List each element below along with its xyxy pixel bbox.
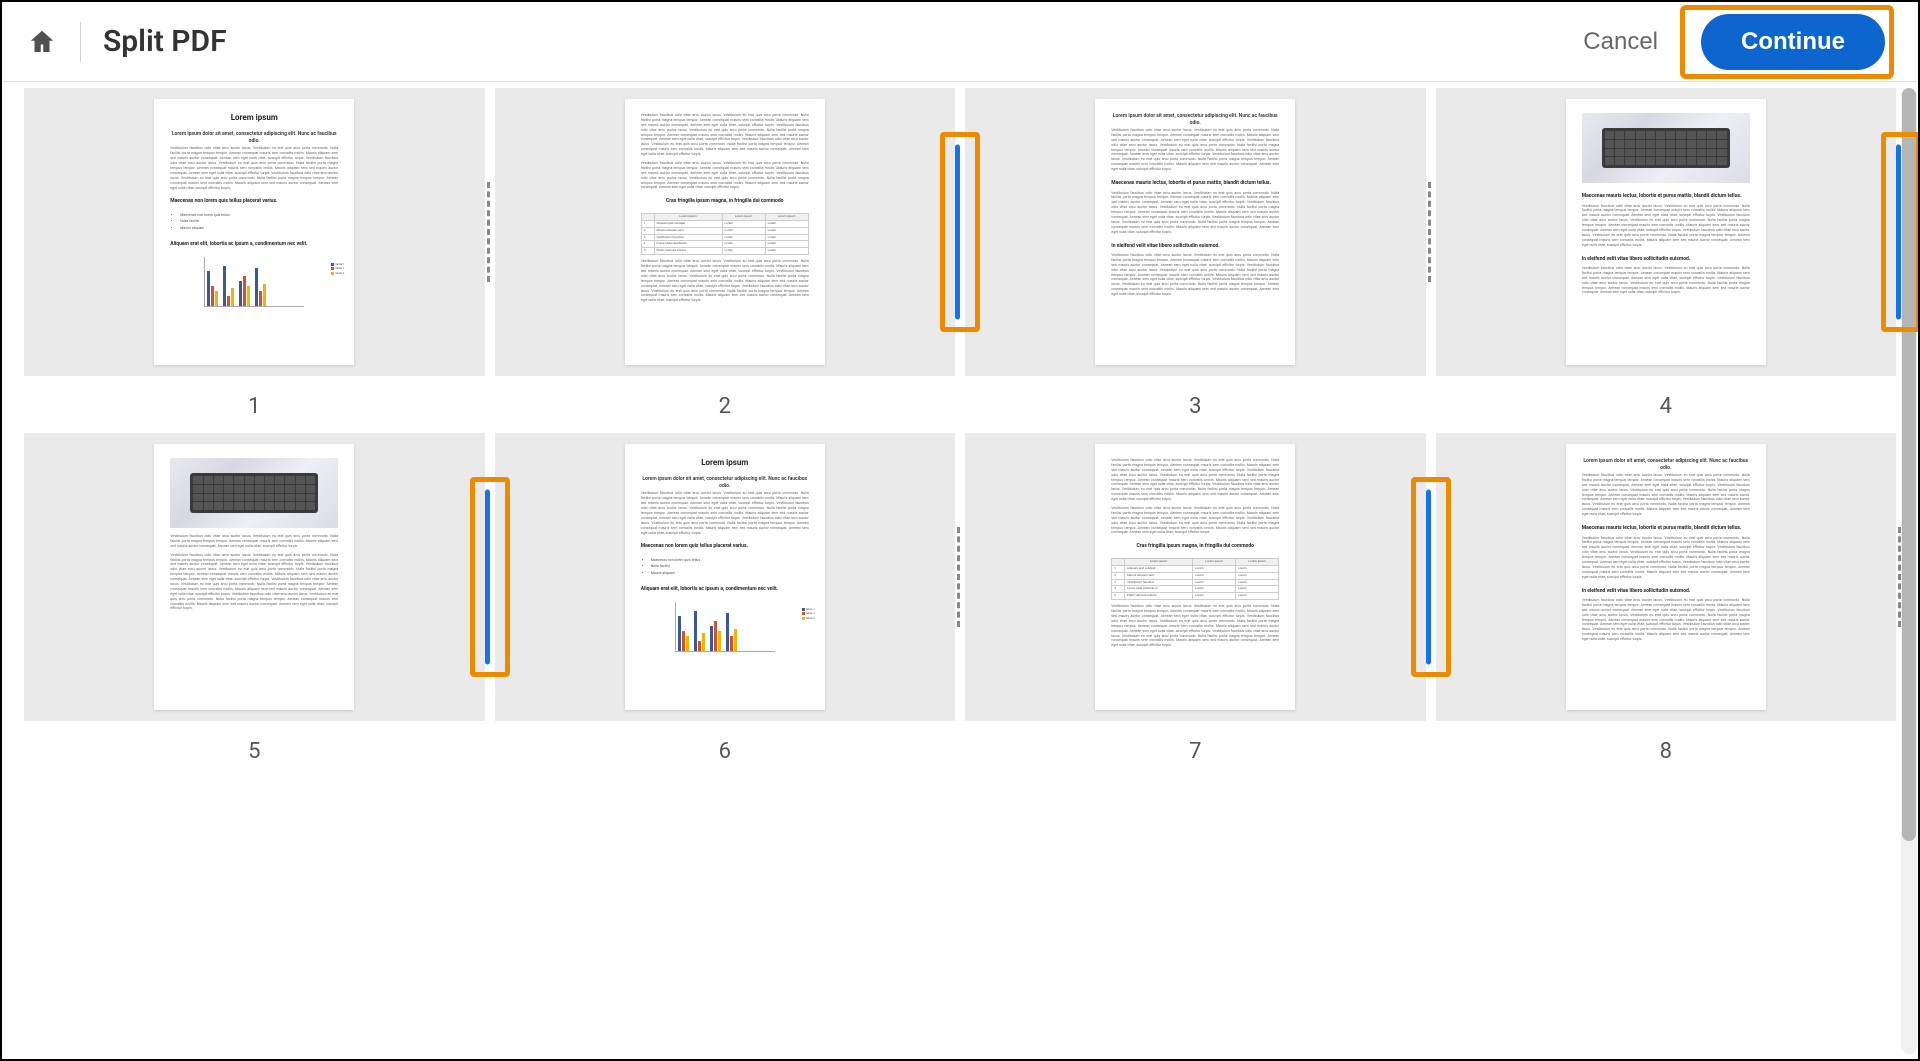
page-thumbnail-wrapper[interactable]: Maecenas mauris lectus, lobortis et puru… [1436, 88, 1897, 376]
page-number-label: 6 [719, 739, 731, 764]
scrollbar[interactable] [1901, 88, 1917, 1054]
split-divider-1[interactable] [487, 182, 490, 282]
header-bar: Split PDF Cancel Continue [2, 2, 1918, 82]
continue-button[interactable]: Continue [1701, 14, 1885, 70]
thumbnails-area: Lorem ipsumLorem ipsum dolor sit amet, c… [2, 82, 1918, 1059]
split-divider-5[interactable] [485, 490, 490, 665]
page-thumbnail-wrapper[interactable]: Lorem ipsumLorem ipsum dolor sit amet, c… [495, 433, 956, 721]
page-thumbnail: Vestibulum faucibus odio vitae arcu auct… [625, 99, 825, 365]
page-thumbnail: Vestibulum faucibus odio vitae arcu auct… [154, 444, 354, 710]
page-cell-7: Vestibulum faucibus odio vitae arcu auct… [965, 433, 1426, 768]
page-number-label: 4 [1660, 394, 1672, 419]
page-cell-1: Lorem ipsumLorem ipsum dolor sit amet, c… [24, 88, 485, 423]
page-thumbnail: Lorem ipsumLorem ipsum dolor sit amet, c… [625, 444, 825, 710]
page-thumbnail: Lorem ipsum dolor sit amet, consectetur … [1566, 444, 1766, 710]
page-number-label: 8 [1660, 739, 1672, 764]
page-thumbnail: Lorem ipsumLorem ipsum dolor sit amet, c… [154, 99, 354, 365]
page-number-label: 3 [1189, 394, 1201, 419]
page-cell-5: Vestibulum faucibus odio vitae arcu auct… [24, 433, 485, 768]
scrollbar-thumb[interactable] [1902, 88, 1916, 841]
page-number-label: 5 [248, 739, 260, 764]
split-divider-3[interactable] [1428, 182, 1431, 282]
page-cell-3: Lorem ipsum dolor sit amet, consectetur … [965, 88, 1426, 423]
page-thumbnail-wrapper[interactable]: Lorem ipsum dolor sit amet, consectetur … [1436, 433, 1897, 721]
page-title: Split PDF [103, 24, 227, 59]
split-divider-2[interactable] [955, 145, 960, 320]
page-cell-8: Lorem ipsum dolor sit amet, consectetur … [1436, 433, 1897, 768]
split-divider-8[interactable] [1898, 527, 1901, 627]
page-number-label: 2 [719, 394, 731, 419]
page-number-label: 1 [248, 394, 260, 419]
page-thumbnail-wrapper[interactable]: Vestibulum faucibus odio vitae arcu auct… [24, 433, 485, 721]
page-cell-2: Vestibulum faucibus odio vitae arcu auct… [495, 88, 956, 423]
cancel-button[interactable]: Cancel [1561, 18, 1680, 66]
header-divider [80, 22, 81, 62]
page-cell-6: Lorem ipsumLorem ipsum dolor sit amet, c… [495, 433, 956, 768]
page-number-label: 7 [1189, 739, 1201, 764]
page-thumbnail-wrapper[interactable]: Lorem ipsumLorem ipsum dolor sit amet, c… [24, 88, 485, 376]
page-thumbnail-wrapper[interactable]: Vestibulum faucibus odio vitae arcu auct… [965, 433, 1426, 721]
page-thumbnail: Vestibulum faucibus odio vitae arcu auct… [1095, 444, 1295, 710]
page-thumbnail: Lorem ipsum dolor sit amet, consectetur … [1095, 99, 1295, 365]
page-thumbnail-wrapper[interactable]: Lorem ipsum dolor sit amet, consectetur … [965, 88, 1426, 376]
page-thumbnail: Maecenas mauris lectus, lobortis et puru… [1566, 99, 1766, 365]
home-icon[interactable] [26, 26, 58, 58]
page-cell-4: Maecenas mauris lectus, lobortis et puru… [1436, 88, 1897, 423]
split-divider-7[interactable] [1426, 490, 1431, 665]
page-thumbnail-wrapper[interactable]: Vestibulum faucibus odio vitae arcu auct… [495, 88, 956, 376]
continue-highlight-box: Continue [1680, 5, 1894, 79]
split-divider-4[interactable] [1896, 145, 1901, 320]
split-divider-6[interactable] [957, 527, 960, 627]
